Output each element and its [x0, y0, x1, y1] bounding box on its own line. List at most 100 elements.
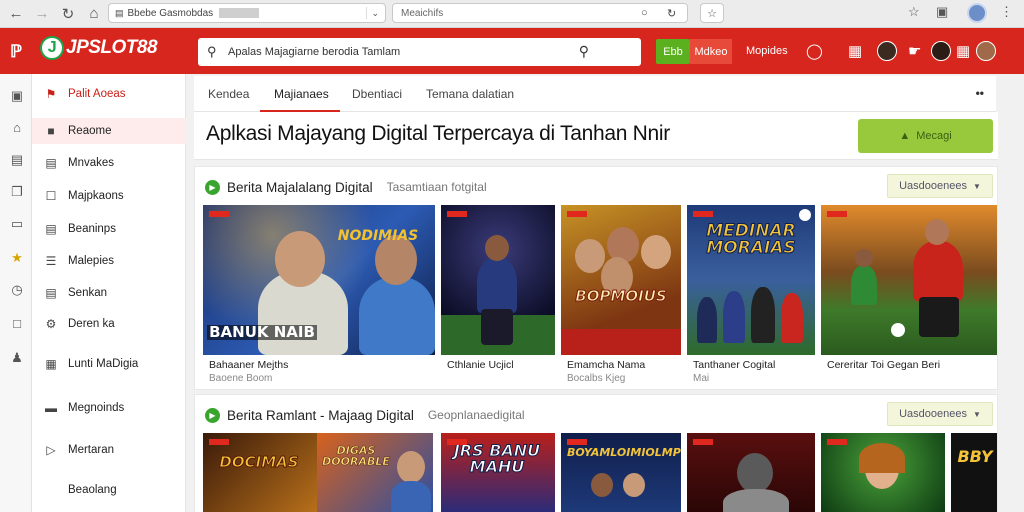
- green-button[interactable]: Ebb: [656, 39, 690, 64]
- news-card[interactable]: DOCIMAS: [203, 433, 317, 512]
- chevron-down-icon[interactable]: ⌄: [371, 8, 379, 19]
- chat-icon[interactable]: □: [9, 316, 25, 332]
- sidebar-item-6[interactable]: ▤ Senkan: [32, 281, 186, 305]
- header-link[interactable]: Mopides: [746, 45, 788, 57]
- tab-2[interactable]: Dbentiaci: [352, 87, 402, 101]
- forward-icon[interactable]: →: [32, 4, 52, 24]
- news-card[interactable]: DIGAS DOORABLE: [317, 433, 433, 512]
- live-tag: [567, 211, 587, 217]
- thumb-banner-text: BANUK NAIB: [207, 325, 317, 340]
- sidebar-item-5[interactable]: ☰ Malepies: [32, 249, 186, 273]
- reload-icon[interactable]: ↻: [58, 4, 78, 24]
- circle-icon[interactable]: ○: [641, 7, 648, 19]
- thumb-banner-text: BOPMOIUS: [575, 287, 667, 305]
- card-title: Cthlanie Ucjicl: [447, 359, 514, 371]
- star-icon[interactable]: ★: [9, 250, 25, 266]
- doc-icon: ▤: [45, 222, 57, 236]
- sidebar-item-1[interactable]: ■ Reaome: [32, 118, 186, 144]
- section-dropdown[interactable]: Uasdooenees ▼: [887, 174, 993, 198]
- cube-icon[interactable]: ▣: [9, 88, 25, 104]
- sidebar-item-2[interactable]: ▤ Mnvakes: [32, 151, 186, 175]
- sidebar-item-8[interactable]: ▦ Lunti MaDigia: [32, 352, 186, 376]
- chat-icon[interactable]: ◯: [806, 42, 823, 60]
- star-icon[interactable]: ☆: [908, 4, 920, 20]
- more-icon[interactable]: ••: [976, 86, 984, 100]
- tab-3[interactable]: Temana dalatian: [426, 87, 514, 101]
- card-thumbnail: BOPMOIUS: [561, 205, 681, 355]
- news-card[interactable]: JRS BANU MAHU: [441, 433, 555, 512]
- live-tag: [827, 439, 847, 445]
- icon-rail: ▣ ⌂ ▤ ❐ ▭ ★ ◷ □ ♟: [0, 74, 32, 512]
- extension-icon[interactable]: ▣: [936, 4, 948, 20]
- hero-button-label: Mecagi: [916, 130, 952, 142]
- news-card[interactable]: [821, 433, 945, 512]
- news-card[interactable]: MEDINAR MORAIAS Tanthaner Cogital Mai: [687, 205, 815, 387]
- thumb-banner-text: DIGAS DOORABLE: [322, 444, 390, 468]
- avatar[interactable]: [931, 41, 951, 61]
- flag-icon: ⚑: [45, 87, 57, 101]
- section-dropdown[interactable]: Uasdooenees ▼: [887, 402, 993, 426]
- copy-icon[interactable]: ❐: [9, 184, 25, 200]
- home-icon[interactable]: ⌂: [9, 120, 25, 136]
- share-icon[interactable]: ☛: [908, 42, 921, 60]
- minus-icon: ▤: [45, 286, 57, 300]
- card-title: Emamcha Nama: [567, 359, 646, 371]
- doc-icon[interactable]: ▤: [9, 152, 25, 168]
- grid-icon[interactable]: ▦: [956, 42, 970, 60]
- clock-icon[interactable]: ◷: [9, 282, 25, 298]
- sidebar-item-11[interactable]: Beaolang: [32, 478, 186, 502]
- news-card[interactable]: Cereritar Toi Gegan Beri: [821, 205, 997, 387]
- news-card[interactable]: [687, 433, 815, 512]
- sidebar-item-7[interactable]: ⚙ Deren ka: [32, 312, 186, 336]
- gear-icon: ⚙: [45, 317, 57, 331]
- avatar[interactable]: [976, 41, 996, 61]
- live-tag: [447, 439, 467, 445]
- sidebar-item-9[interactable]: ▬ Megnoinds: [32, 396, 186, 420]
- site-logo[interactable]: J JPSLOT88: [40, 36, 158, 60]
- bookmark-star-icon[interactable]: ☆: [700, 3, 724, 23]
- red-button[interactable]: Mdkeo: [690, 39, 732, 64]
- sidebar-item-4[interactable]: ▤ Beaninps: [32, 217, 186, 241]
- tab-0[interactable]: Kendea: [208, 87, 249, 101]
- card-meta: Mai: [693, 373, 710, 384]
- site-info-icon[interactable]: ▤: [115, 8, 124, 19]
- dropdown-label: Uasdooenees: [899, 180, 967, 192]
- card-thumbnail: BBY: [951, 433, 997, 512]
- sidebar-item-10[interactable]: ▷ Mertaran: [32, 438, 186, 462]
- sidebar-item-label: Mertaran: [68, 444, 115, 456]
- news-card[interactable]: BBY: [951, 433, 997, 512]
- card-meta: Bocalbs Kjeg: [567, 373, 626, 384]
- back-icon[interactable]: ←: [6, 4, 26, 24]
- avatar[interactable]: [877, 41, 897, 61]
- site-search-input[interactable]: ⚲ Apalas Majagiarne berodia Tamlam ⚲: [198, 38, 641, 66]
- news-card[interactable]: BOPMOIUS Emamcha Nama Bocalbs Kjeg: [561, 205, 681, 387]
- menu-icon: ▬: [45, 401, 57, 415]
- tab-1[interactable]: Majianaes: [274, 87, 329, 101]
- refresh-icon[interactable]: ↻: [667, 7, 676, 20]
- thumb-banner-text: MEDINAR MORAIAS: [706, 221, 796, 258]
- news-section-2: ▶ Berita Ramlant - Majaag Digital Geopnl…: [194, 394, 998, 512]
- news-card[interactable]: BOYAMLOIMIOLMP: [561, 433, 681, 512]
- section-title: Berita Majalalang Digital: [227, 179, 373, 195]
- home-icon[interactable]: ⌂: [84, 4, 104, 24]
- profile-avatar[interactable]: [967, 3, 987, 23]
- menu-dots-icon[interactable]: ⋮: [1000, 4, 1013, 20]
- sidebar-item-label: Beaolang: [68, 484, 117, 496]
- news-card[interactable]: Cthlanie Ucjicl: [441, 205, 555, 387]
- sidebar-item-0[interactable]: ⚑ Palit Aoeas: [32, 82, 186, 106]
- grid-icon[interactable]: ▦: [848, 42, 862, 60]
- users-icon[interactable]: ♟: [9, 350, 25, 366]
- search-submit-icon[interactable]: ⚲: [579, 43, 589, 60]
- live-tag: [693, 211, 713, 217]
- z-logo-icon[interactable]: ℙ: [10, 42, 22, 62]
- card-title: Cereritar Toi Gegan Beri: [827, 359, 941, 371]
- tab-bar: Kendea Majianaes Dbentiaci Temana dalati…: [194, 76, 996, 112]
- bag-icon[interactable]: ▭: [9, 216, 25, 232]
- card-thumbnail: [441, 205, 555, 355]
- browser-search-field[interactable]: Meaichifs ○ ↻: [392, 3, 688, 23]
- address-bar[interactable]: ▤ Bbebe Gasmobdas ⌄: [108, 3, 386, 23]
- sidebar-item-3[interactable]: ☐ Majpkaons: [32, 184, 186, 208]
- tag-icon: ▲: [899, 130, 911, 142]
- news-card[interactable]: NODIMIAS BANUK NAIB Bahaaner Mejths Baoe…: [203, 205, 435, 387]
- hero-button[interactable]: ▲ Mecagi: [858, 119, 993, 153]
